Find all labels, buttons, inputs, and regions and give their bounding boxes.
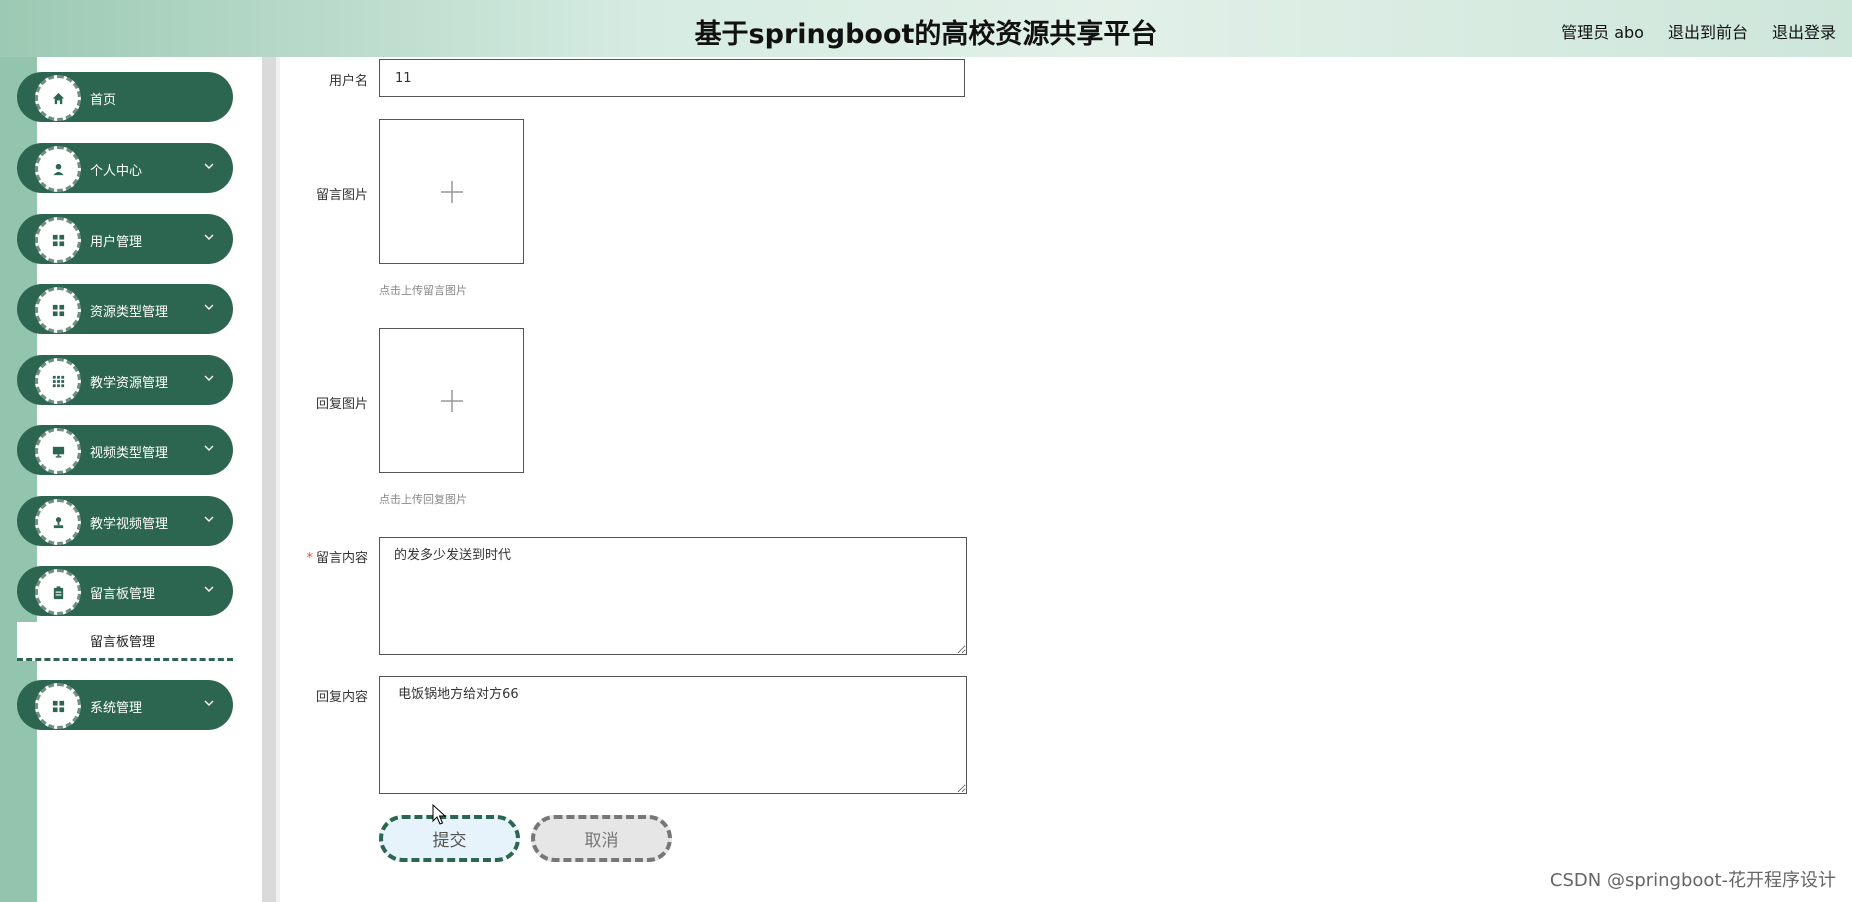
reply-content-textarea[interactable]: 电饭锅地方给对方66 [379, 676, 967, 794]
sidebar-item-label: 视频类型管理 [90, 446, 169, 461]
message-image-upload[interactable] [379, 119, 524, 264]
logout-link[interactable]: 退出登录 [1772, 19, 1836, 43]
stamp-icon [35, 499, 81, 545]
sidebar-item-teaching-resource[interactable]: 教学资源管理 [17, 355, 233, 405]
sidebar-item-system-management[interactable]: 系统管理 [17, 680, 233, 730]
chevron-down-icon [204, 375, 214, 381]
chevron-down-icon [204, 163, 214, 169]
message-image-hint: 点击上传留言图片 [379, 284, 467, 297]
grid-icon [35, 287, 81, 333]
plus-icon [440, 180, 463, 203]
user-icon [35, 146, 81, 192]
sidebar-item-label: 资源类型管理 [90, 305, 169, 320]
chevron-down-icon [204, 234, 214, 240]
submenu-item-label[interactable]: 留言板管理 [90, 631, 155, 650]
chevron-down-icon [204, 304, 214, 310]
top-header: 基于springboot的高校资源共享平台 管理员 abo 退出到前台 退出登录 [0, 0, 1852, 57]
plus-icon [440, 389, 463, 412]
sidebar-item-video-type[interactable]: 视频类型管理 [17, 425, 233, 475]
sidebar-item-label: 教学视频管理 [90, 517, 169, 532]
message-content-textarea[interactable]: 的发多少发送到时代 [379, 537, 967, 655]
sidebar-item-label: 系统管理 [90, 701, 143, 716]
sidebar-item-label: 教学资源管理 [90, 376, 169, 391]
sidebar-item-message-board[interactable]: 留言板管理 [17, 566, 233, 616]
sidebar-item-label: 留言板管理 [90, 587, 156, 602]
grid-icon [35, 683, 81, 729]
sidebar-item-resource-type[interactable]: 资源类型管理 [17, 284, 233, 334]
username-label: 用户名 [328, 74, 368, 89]
chevron-down-icon [204, 700, 214, 706]
sidebar-item-user-management[interactable]: 用户管理 [17, 214, 233, 264]
cancel-button[interactable]: 取消 [531, 815, 672, 862]
chevron-down-icon [204, 586, 214, 592]
submenu-message-board[interactable]: 留言板管理 [17, 622, 233, 661]
reply-content-label: 回复内容 [315, 690, 368, 705]
back-to-front-link[interactable]: 退出到前台 [1668, 19, 1748, 43]
submit-button[interactable]: 提交 [379, 815, 520, 862]
chevron-down-icon [204, 516, 214, 522]
sidebar-item-label: 个人中心 [90, 164, 143, 179]
reply-image-hint: 点击上传回复图片 [379, 493, 467, 506]
username-input[interactable] [379, 59, 965, 97]
monitor-icon [35, 428, 81, 474]
clipboard-icon [35, 569, 81, 615]
sidebar-item-home[interactable]: 首页 [17, 72, 233, 122]
watermark-text: CSDN @springboot-花开程序设计 [1549, 870, 1836, 891]
apps-icon [35, 358, 81, 404]
grid-icon [35, 217, 81, 263]
reply-image-label: 回复图片 [315, 397, 368, 412]
message-content-label: * 留言内容 [258, 547, 368, 566]
reply-image-upload[interactable] [379, 328, 524, 473]
sidebar-item-personal-center[interactable]: 个人中心 [17, 143, 233, 193]
required-marker: * [306, 551, 313, 566]
sidebar-item-teaching-video[interactable]: 教学视频管理 [17, 496, 233, 546]
message-image-label: 留言图片 [315, 188, 368, 203]
chevron-down-icon [204, 445, 214, 451]
sidebar-item-label: 首页 [90, 93, 117, 108]
user-role-label: 管理员 abo [1561, 23, 1644, 42]
sidebar-item-label: 用户管理 [90, 235, 143, 250]
home-icon [35, 75, 81, 121]
user-area: 管理员 abo 退出到前台 退出登录 [1561, 19, 1836, 43]
mouse-cursor-icon [432, 804, 447, 825]
message-content-label-text: 留言内容 [315, 551, 368, 566]
